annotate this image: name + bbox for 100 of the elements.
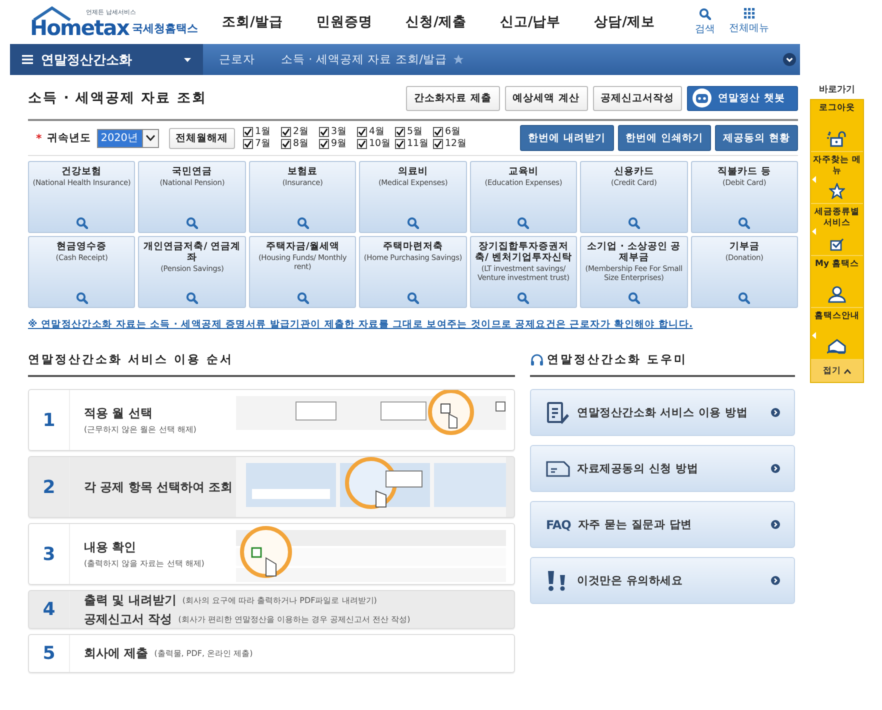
section-title: 연말정산간소화 도우미	[547, 352, 688, 367]
step-title: 각 공제 항목 선택하여 조회	[84, 478, 234, 496]
search-icon	[628, 292, 640, 304]
house-hand-icon	[827, 338, 847, 355]
help-link-button[interactable]: FAQ 자주 묻는 질문과 답변	[530, 501, 795, 548]
menu-icon	[22, 55, 33, 64]
category-name: 소기업 · 소상공인 공제부금	[586, 241, 682, 263]
month-label: 3월	[331, 126, 348, 138]
quick-link[interactable]: 로그아웃	[811, 100, 863, 152]
menu-item[interactable]: 신청/제출	[406, 13, 466, 31]
month-label: 7월	[255, 138, 272, 150]
logo-name: 국세청홈택스	[132, 21, 198, 37]
expand-icon[interactable]	[783, 53, 796, 66]
help-link-button[interactable]: 이것만은 유의하세요	[530, 557, 795, 604]
menu-item[interactable]: 민원증명	[316, 13, 372, 31]
notice-link[interactable]: ※ 연말정산간소화 자료는 소득 · 세액공제 증명서류 발급기관이 제출한 자료를 그대로 보여주는 것이므로 공제요건은 근로자가 확인해야 합니다.	[28, 318, 798, 331]
menu-item[interactable]: 조회/발급	[222, 13, 283, 31]
caret-icon	[184, 58, 191, 62]
month-checkbox[interactable]	[357, 127, 367, 137]
search-icon	[406, 292, 419, 304]
month-checkbox[interactable]	[395, 127, 405, 137]
month-label: 4월	[369, 126, 386, 138]
search-icon	[699, 8, 711, 20]
action-button[interactable]: 한번에 인쇄하기	[618, 125, 712, 151]
quick-link[interactable]: 자주찾는 메뉴	[811, 152, 863, 204]
search-icon	[186, 292, 198, 304]
month-checkbox[interactable]	[243, 127, 253, 137]
logo-brand[interactable]: Hometax	[30, 16, 129, 40]
clear-months-button[interactable]: 전체월해제	[168, 128, 235, 148]
chatbot-button[interactable]: 연말정산 챗봇	[687, 86, 798, 110]
help-link-button[interactable]: 연말정산간소화 서비스 이용 방법	[530, 389, 795, 436]
category-name: 주택마련저축	[382, 241, 443, 252]
step-title: 공제신고서 작성	[84, 610, 172, 628]
arrow-icon	[771, 464, 780, 473]
month-checkbox[interactable]	[281, 127, 291, 137]
category-name: 직불카드 등	[718, 166, 771, 177]
robot-icon	[692, 88, 712, 108]
toolbar-button[interactable]: 공제신고서작성	[592, 86, 682, 110]
month-label: 5월	[407, 126, 424, 138]
action-button[interactable]: 한번에 내려받기	[520, 125, 614, 151]
category-name: 보험료	[288, 166, 318, 177]
menu-dropdown[interactable]: 연말정산간소화	[10, 44, 203, 75]
category-name: 장기집합투자증권저축/ 벤처기업투자신탁	[474, 241, 573, 263]
search-icon	[628, 217, 640, 229]
menu-item[interactable]: 신고/납부	[500, 13, 561, 31]
search-icon	[738, 292, 750, 304]
grid-icon	[744, 8, 754, 19]
category-name: 교육비	[508, 166, 538, 177]
month-label: 8월	[293, 138, 310, 150]
step-number: 1	[29, 390, 70, 450]
search-button[interactable]: 검색	[695, 8, 715, 36]
month-label: 12월	[445, 138, 468, 150]
quick-link[interactable]: My 홈택스	[811, 256, 863, 308]
month-checkbox[interactable]	[433, 127, 443, 137]
faq-label: FAQ	[546, 518, 571, 532]
month-checkbox[interactable]	[357, 139, 367, 149]
form-icon	[546, 460, 570, 476]
category-name: 기부금	[729, 241, 760, 252]
search-icon	[186, 217, 198, 229]
month-label: 10월	[369, 138, 392, 150]
search-icon	[738, 217, 750, 229]
search-icon	[296, 217, 309, 229]
quick-link[interactable]: 세금종류별 서비스	[811, 204, 863, 256]
step-number: 3	[29, 524, 70, 584]
all-menu-button[interactable]: 전체메뉴	[729, 8, 769, 36]
collapse-button[interactable]: 접기	[811, 360, 863, 382]
category-name: 의료비	[398, 166, 428, 177]
favorite-star-icon[interactable]	[453, 54, 464, 65]
breadcrumb-item[interactable]: 근로자	[203, 44, 265, 75]
month-label: 11월	[407, 138, 430, 150]
month-label: 1월	[255, 126, 272, 138]
step-note: (근무하지 않은 월은 선택 해제)	[84, 424, 198, 435]
search-icon	[406, 217, 419, 229]
step-note: (출력하지 않을 자료는 선택 해제)	[84, 558, 206, 569]
toolbar-button[interactable]: 간소화자료 제출	[406, 86, 500, 110]
year-select[interactable]: 2020년	[96, 128, 158, 148]
breadcrumb-item[interactable]: 소득 · 세액공제 자료 조회/발급	[265, 44, 474, 75]
month-checkbox[interactable]	[319, 127, 329, 137]
month-checkbox[interactable]	[395, 139, 405, 149]
toolbar-button[interactable]: 예상세액 계산	[504, 86, 588, 110]
checkbox-icon	[830, 238, 844, 251]
month-checkbox[interactable]	[433, 139, 443, 149]
month-checkbox[interactable]	[319, 139, 329, 149]
month-checkbox[interactable]	[281, 139, 291, 149]
action-button[interactable]: 제공동의 현황	[715, 125, 798, 151]
year-label: 귀속년도	[46, 131, 91, 145]
step-number: 2	[29, 457, 70, 517]
category-name: 신용카드	[614, 166, 654, 177]
category-name: 주택자금/월세액	[266, 241, 340, 252]
headset-icon	[530, 354, 544, 366]
month-checkbox[interactable]	[243, 139, 253, 149]
category-name: 건강보험	[62, 166, 102, 177]
required-mark: *	[36, 132, 42, 144]
menu-item[interactable]: 상담/제보	[594, 13, 655, 31]
search-icon	[76, 217, 88, 229]
help-link-button[interactable]: 자료제공동의 신청 방법	[530, 445, 795, 492]
category-name: 현금영수증	[56, 241, 107, 252]
caret-icon	[146, 135, 154, 141]
star-icon	[829, 183, 845, 199]
page-title: 소득 · 세액공제 자료 조회	[28, 89, 207, 107]
